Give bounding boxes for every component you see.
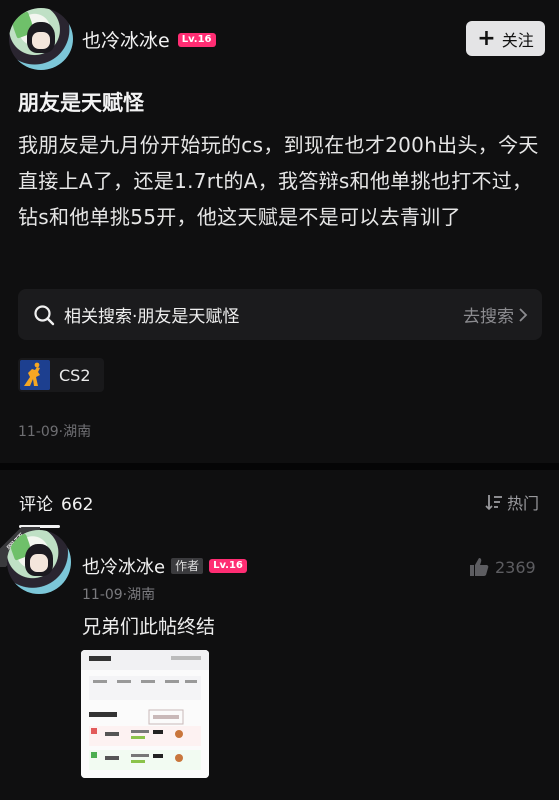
follow-button[interactable]: + 关注 bbox=[466, 21, 545, 56]
author-name[interactable]: 也冷冰冰e bbox=[82, 26, 170, 53]
like-button[interactable]: 2369 bbox=[469, 557, 536, 577]
post-title: 朋友是天赋怪 bbox=[18, 91, 144, 115]
related-search-action[interactable]: 去搜索 bbox=[463, 302, 528, 327]
related-search-label: 相关搜索·朋友是天赋怪 bbox=[64, 307, 240, 327]
comment-author-avatar[interactable] bbox=[7, 530, 71, 594]
comments-count: 662 bbox=[61, 495, 94, 515]
comment-image-thumbnail bbox=[81, 650, 209, 778]
comment-meta: 11-09·湖南 bbox=[82, 587, 156, 603]
comment-image[interactable] bbox=[81, 650, 209, 778]
comment-author[interactable]: 也冷冰冰e 作者 Lv.16 bbox=[82, 553, 247, 579]
comment-level-badge: Lv.16 bbox=[209, 559, 247, 573]
sort-button[interactable]: 热门 bbox=[485, 490, 539, 514]
post-author[interactable]: 也冷冰冰e Lv.16 bbox=[82, 26, 216, 53]
post-meta: 11-09·湖南 bbox=[18, 424, 92, 440]
sort-label: 热门 bbox=[507, 494, 540, 513]
comments-tab-label: 评论 bbox=[19, 495, 53, 515]
plus-icon: + bbox=[477, 25, 496, 51]
game-tag[interactable]: CS2 bbox=[18, 358, 104, 392]
like-count: 2369 bbox=[495, 557, 536, 577]
post-body: 我朋友是九月份开始玩的cs，到现在也才200h出头，今天直接上A了，还是1.7r… bbox=[18, 133, 539, 229]
related-search-bar[interactable]: 相关搜索·朋友是天赋怪 去搜索 bbox=[18, 289, 542, 340]
thumbs-up-icon bbox=[470, 558, 489, 576]
author-avatar[interactable] bbox=[9, 8, 73, 70]
section-divider bbox=[0, 463, 559, 470]
search-icon bbox=[34, 304, 55, 325]
follow-label: 关注 bbox=[501, 30, 534, 50]
cs2-game-icon bbox=[20, 360, 50, 390]
comments-tab[interactable]: 评论 662 bbox=[19, 490, 93, 515]
chevron-right-icon bbox=[519, 307, 528, 322]
sort-icon bbox=[485, 495, 502, 510]
author-tag: 作者 bbox=[171, 558, 204, 574]
comment-author-name[interactable]: 也冷冰冰e bbox=[82, 553, 165, 579]
level-badge: Lv.16 bbox=[177, 32, 216, 47]
comment-text: 兄弟们此帖终结 bbox=[82, 616, 216, 638]
game-tag-label: CS2 bbox=[59, 365, 91, 385]
